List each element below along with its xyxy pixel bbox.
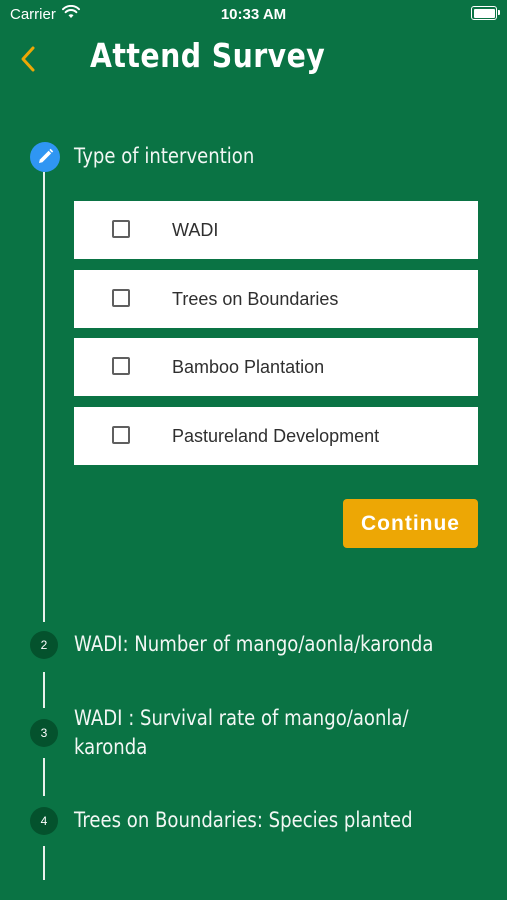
checkbox[interactable] [112, 220, 130, 238]
option-label: Pastureland Development [172, 426, 380, 446]
step-4-indicator: 4 [30, 807, 58, 835]
chevron-left-icon [21, 46, 35, 72]
option-label: Trees on Boundaries [172, 289, 339, 309]
active-step-indicator [30, 142, 60, 172]
option-trees-on-boundaries[interactable]: Trees on Boundaries [74, 270, 478, 328]
pencil-icon [39, 148, 54, 163]
back-button[interactable] [14, 44, 44, 74]
option-label: WADI [172, 220, 219, 240]
step-3-label-line2[interactable]: karonda [74, 732, 147, 762]
step-1-label: Type of intervention [74, 144, 255, 168]
continue-button[interactable]: Continue [343, 499, 478, 548]
step-connector [43, 672, 45, 708]
step-3-indicator: 3 [30, 719, 58, 747]
step-connector [43, 846, 45, 880]
step-2-label[interactable]: WADI: Number of mango/aonla/karonda [74, 629, 433, 659]
step-connector [43, 172, 45, 622]
option-label: Bamboo Plantation [172, 357, 325, 377]
step-4-label[interactable]: Trees on Boundaries: Species planted [74, 805, 413, 835]
step-3-label-line1[interactable]: WADI : Survival rate of mango/aonla/ [74, 703, 409, 733]
option-pastureland-development[interactable]: Pastureland Development [74, 407, 478, 465]
clock: 10:33 AM [220, 6, 287, 23]
checkbox[interactable] [112, 289, 130, 307]
battery-icon [471, 6, 500, 20]
option-wadi[interactable]: WADI [74, 201, 478, 259]
checkbox[interactable] [112, 426, 130, 444]
status-bar: Carrier 10:33 AM [0, 0, 507, 28]
option-bamboo-plantation[interactable]: Bamboo Plantation [74, 338, 478, 396]
step-2-indicator: 2 [30, 631, 58, 659]
page-title: Attend Survey [90, 36, 326, 75]
step-connector [43, 758, 45, 796]
checkbox[interactable] [112, 357, 130, 375]
